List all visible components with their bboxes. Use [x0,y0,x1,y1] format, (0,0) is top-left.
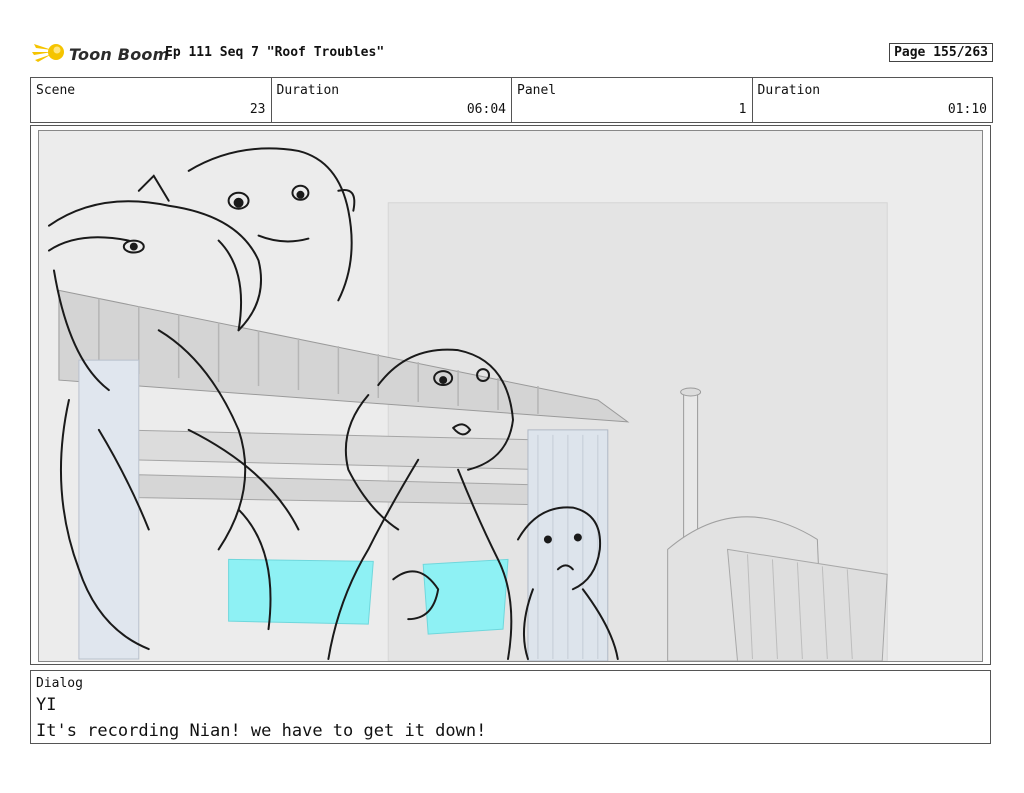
scene-duration-value: 06:04 [466,102,506,117]
cyan-screen [228,558,374,625]
info-row: Scene 23 Duration 06:04 Panel 1 Duration… [30,77,993,123]
panel-value: 1 [738,102,747,117]
episode-title: Ep 111 Seq 7 "Roof Troubles" [165,45,385,60]
scene-label: Scene [36,83,76,98]
scene-duration-cell: Duration 06:04 [272,78,512,122]
panel-cell: Panel 1 [512,78,753,122]
storyboard-header: Toon Boom Ep 111 Seq 7 "Roof Troubles" P… [30,38,993,70]
storyboard-panel-image [38,130,983,662]
dialog-speaker: YI [36,695,57,715]
dialog-text: It's recording Nian! we have to get it d… [36,721,487,741]
logo-text: Toon Boom [69,44,170,64]
toon-boom-logo: Toon Boom [32,38,169,70]
panel-duration-label: Duration [757,83,821,98]
scene-duration-label: Duration [276,83,340,98]
panel-duration-cell: Duration 01:10 [753,78,993,122]
storyboard-sketch [39,131,982,661]
scene-value: 23 [249,102,266,117]
left-curtain [78,359,140,660]
dialog-box: Dialog YI It's recording Nian! we have t… [30,670,991,744]
storyboard-panel-frame [30,125,991,665]
comet-logo-icon [32,38,66,70]
page-number: Page 155/263 [889,43,993,62]
panel-duration-value: 01:10 [947,102,987,117]
scene-cell: Scene 23 [31,78,272,122]
panel-label: Panel [517,83,557,98]
dialog-label: Dialog [36,676,83,691]
